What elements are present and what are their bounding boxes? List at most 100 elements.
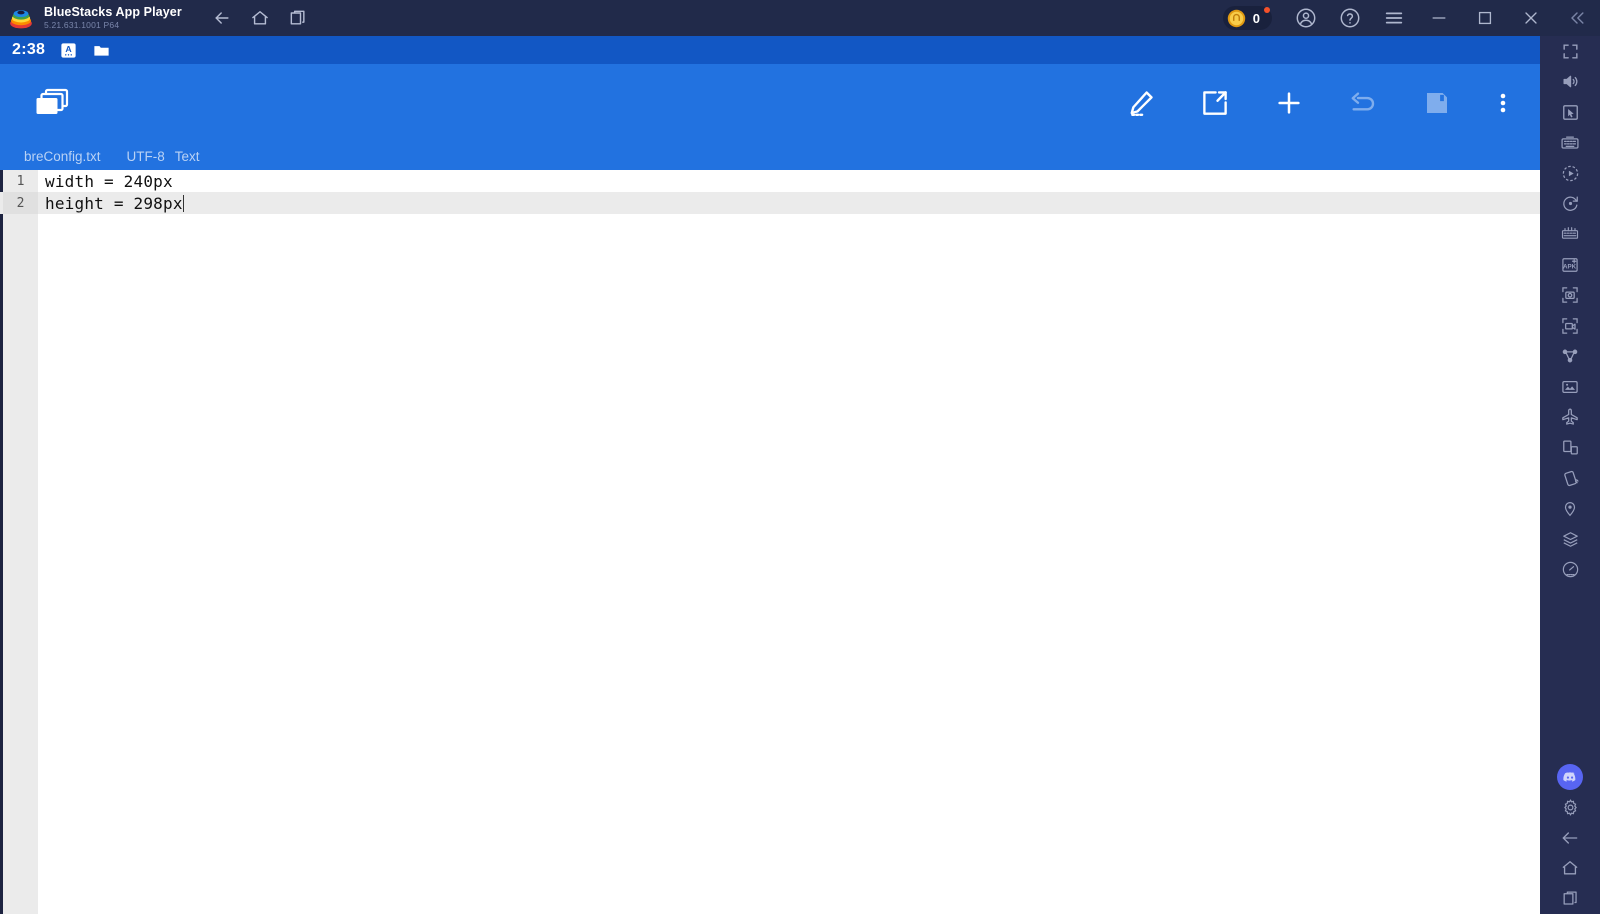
- pencil-edit-icon[interactable]: [1126, 88, 1156, 118]
- status-clock: 2:38: [12, 41, 46, 58]
- file-type: Text: [174, 148, 200, 164]
- sidebar-item-settings[interactable]: [1540, 792, 1600, 823]
- home-icon[interactable]: [250, 8, 270, 28]
- sidebar-item-recents[interactable]: [1540, 884, 1600, 914]
- media-gallery-icon: [1562, 380, 1578, 393]
- title-bar: BlueStacks App Player 5.21.631.1001 P64: [0, 0, 1600, 36]
- svg-text:A: A: [66, 44, 73, 54]
- sidebar-item-screenshot[interactable]: [1540, 280, 1600, 311]
- bluestacks-window: BlueStacks App Player 5.21.631.1001 P64: [0, 0, 1600, 914]
- app-toolbar: [0, 64, 1540, 142]
- speedometer-icon: [1562, 562, 1578, 578]
- title-nav-group: [212, 8, 308, 28]
- line-number-gutter: [3, 170, 38, 914]
- editor-line[interactable]: 1 width = 240px: [0, 170, 1540, 192]
- sidebar-item-pointer[interactable]: [1540, 97, 1600, 128]
- app-title: BlueStacks App Player: [44, 5, 182, 20]
- coin-count: 0: [1252, 10, 1260, 26]
- file-encoding: UTF-8: [126, 148, 165, 164]
- discord-icon: [1557, 763, 1583, 790]
- hamburger-menu-icon[interactable]: [1383, 7, 1405, 29]
- sidebar-item-media-manager[interactable]: [1540, 372, 1600, 403]
- line-text: height = 298px: [45, 193, 183, 213]
- android-screen: 2:38 A breConfig.txt UTF-8 Text 1 width …: [0, 36, 1540, 914]
- cursor-pointer-icon: [1562, 104, 1578, 120]
- keyboard-ime-icon[interactable]: A: [59, 41, 78, 60]
- plus-icon[interactable]: [1274, 88, 1304, 118]
- close-icon[interactable]: [1521, 8, 1541, 28]
- sidebar-item-multi-instance[interactable]: [1540, 219, 1600, 250]
- apk-install-icon: APK: [1562, 257, 1578, 272]
- line-number: 1: [16, 173, 25, 189]
- account-circle-icon[interactable]: [1295, 7, 1317, 29]
- arrow-left-icon: [1562, 832, 1578, 844]
- rotate-icon: [1562, 196, 1578, 212]
- window-controls: 0: [1222, 0, 1600, 36]
- airplane-icon: [1562, 408, 1578, 425]
- recent-apps-icon[interactable]: [288, 8, 308, 28]
- sidebar-item-back[interactable]: [1540, 823, 1600, 854]
- sidebar-item-performance[interactable]: [1540, 555, 1600, 586]
- sync-instances-icon: [1562, 349, 1578, 363]
- svg-text:APK: APK: [1563, 263, 1577, 270]
- app-version: 5.21.631.1001 P64: [44, 19, 120, 30]
- file-name: breConfig.txt: [24, 148, 101, 164]
- window-title-block: BlueStacks App Player 5.21.631.1001 P64: [44, 6, 182, 29]
- record-video-icon: [1562, 318, 1578, 334]
- minimize-icon[interactable]: [1429, 8, 1449, 28]
- undo-arrow-icon[interactable]: [1348, 88, 1378, 118]
- fullscreen-icon: [1562, 44, 1578, 59]
- sidebar-item-rotate[interactable]: [1540, 189, 1600, 220]
- toolbar-actions: [1104, 64, 1522, 142]
- chevron-double-left-icon[interactable]: [1567, 8, 1587, 28]
- more-vertical-icon[interactable]: [1500, 88, 1506, 118]
- location-pin-icon: [1564, 501, 1576, 517]
- sidebar-item-volume[interactable]: [1540, 67, 1600, 98]
- sidebar-item-eco-mode[interactable]: [1540, 402, 1600, 433]
- line-number: 2: [3, 192, 38, 214]
- line-text: width = 240px: [45, 171, 173, 191]
- home-icon: [1562, 861, 1578, 875]
- text-editor[interactable]: 1 width = 240px 2 height = 298px: [0, 170, 1540, 914]
- recent-apps-icon: [1563, 891, 1577, 905]
- sidebar-item-record[interactable]: [1540, 311, 1600, 342]
- bluestacks-logo-icon: [10, 10, 32, 29]
- android-status-bar: 2:38 A: [0, 36, 1540, 64]
- file-info-bar: breConfig.txt UTF-8 Text: [0, 142, 1540, 170]
- gear-icon: [1563, 798, 1577, 816]
- share-external-icon[interactable]: [1200, 88, 1230, 118]
- sidebar-item-install-apk[interactable]: APK: [1540, 250, 1600, 281]
- instance-manager-icon: [1561, 227, 1579, 239]
- multi-window-icon: [1562, 440, 1578, 455]
- text-caret: [182, 194, 185, 212]
- sidebar-item-location[interactable]: [1540, 494, 1600, 525]
- sidebar-item-discord[interactable]: [1540, 762, 1600, 793]
- editor-lines: 1 width = 240px 2 height = 298px: [0, 170, 1540, 214]
- file-meta: UTF-8 Text: [127, 149, 200, 164]
- maximize-icon[interactable]: [1475, 8, 1495, 28]
- shake-device-icon: [1563, 470, 1579, 486]
- editor-line-current[interactable]: 2 height = 298px: [0, 192, 1540, 214]
- sidebar-item-multi-window[interactable]: [1540, 433, 1600, 464]
- sidebar-item-layers[interactable]: [1540, 524, 1600, 555]
- sidebar-item-fullscreen[interactable]: [1540, 36, 1600, 67]
- sidebar-item-home[interactable]: [1540, 853, 1600, 884]
- help-circle-icon[interactable]: [1339, 7, 1361, 29]
- macro-play-icon: [1562, 165, 1578, 182]
- notification-dot: [1264, 7, 1270, 13]
- coin-badge[interactable]: 0: [1222, 6, 1272, 30]
- sidebar-item-sync[interactable]: [1540, 341, 1600, 372]
- sidebar-item-macro[interactable]: [1540, 158, 1600, 189]
- folder-icon[interactable]: [92, 41, 111, 60]
- floppy-save-icon[interactable]: [1422, 88, 1452, 118]
- bluestacks-sidebar: APK: [1540, 36, 1600, 914]
- layers-stack-icon: [1562, 531, 1578, 547]
- stacked-windows-icon[interactable]: [33, 87, 71, 119]
- arrow-left-icon[interactable]: [212, 8, 232, 28]
- sidebar-item-shake[interactable]: [1540, 463, 1600, 494]
- speaker-volume-icon: [1562, 75, 1577, 88]
- sidebar-item-keyboard-controls[interactable]: [1540, 128, 1600, 159]
- coin-icon: [1227, 9, 1245, 27]
- screenshot-camera-icon: [1562, 287, 1578, 303]
- keyboard-icon: [1561, 136, 1579, 149]
